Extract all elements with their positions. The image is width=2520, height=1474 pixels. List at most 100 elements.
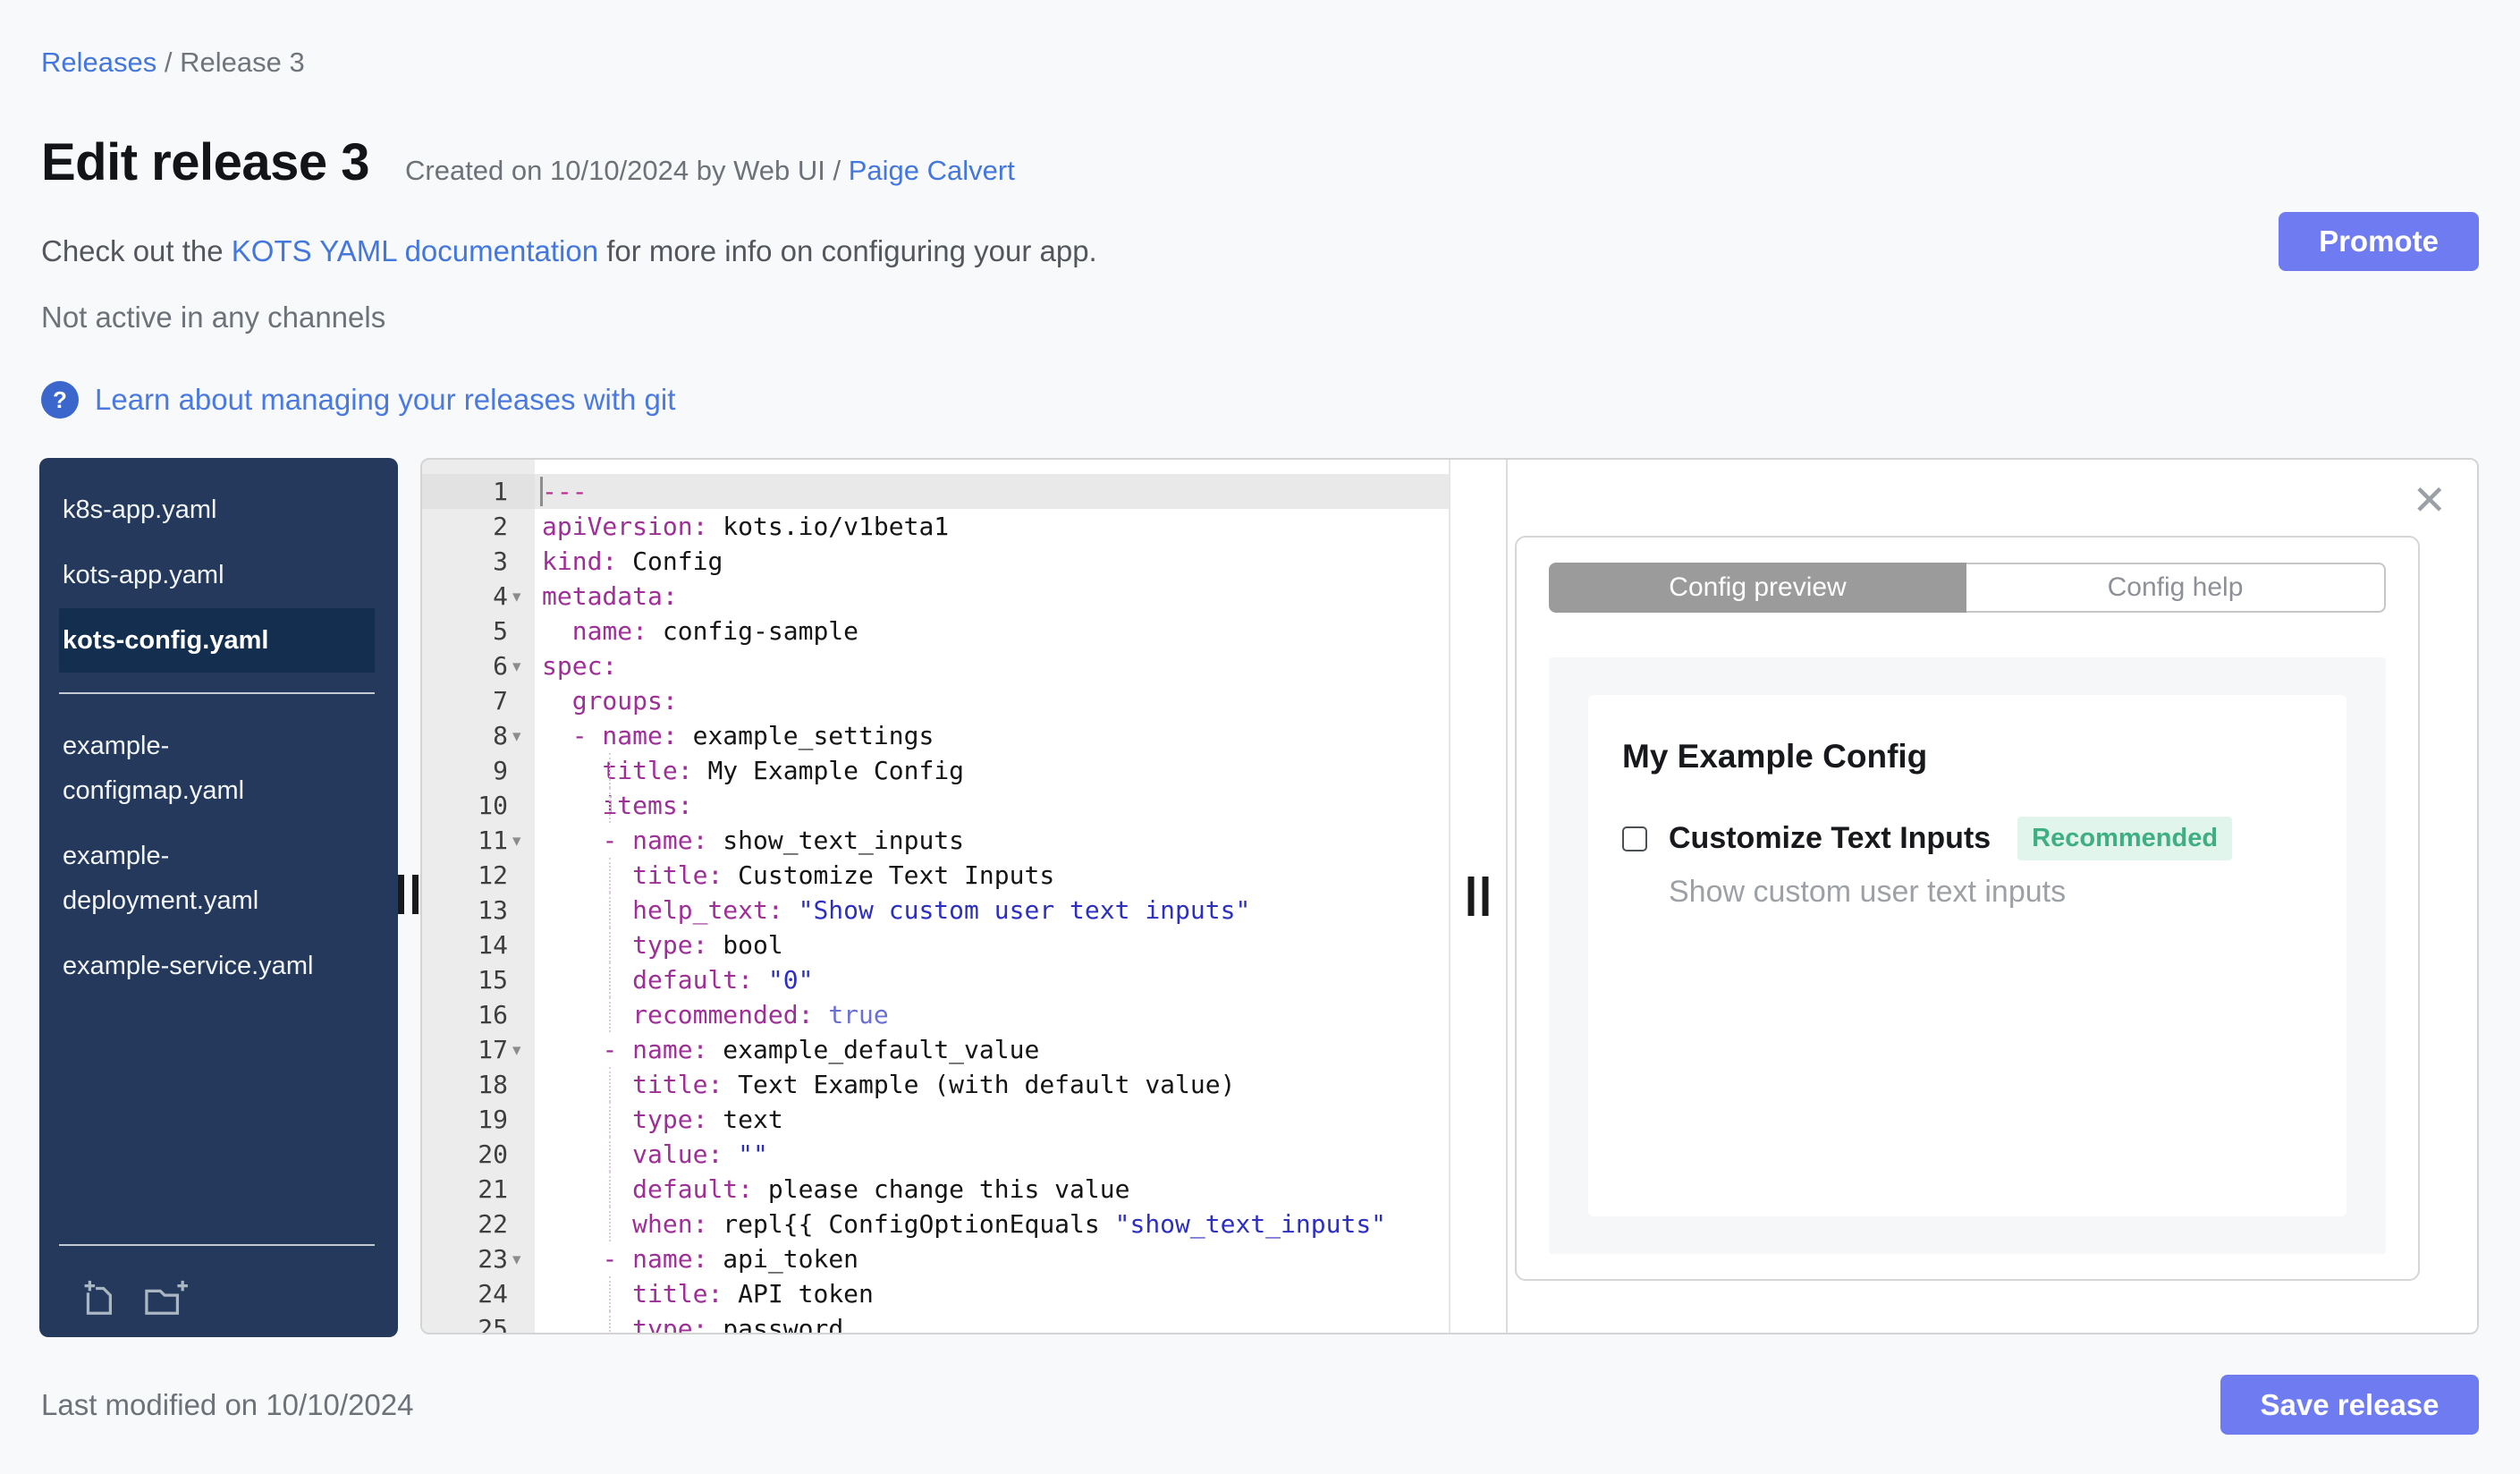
code-token: - name: (571, 721, 678, 750)
new-file-button[interactable] (77, 1278, 118, 1319)
gutter-row: 6 ▾ (422, 648, 535, 683)
gutter-row: 22 (422, 1207, 535, 1241)
file-item[interactable]: kots-config.yaml (59, 608, 375, 673)
code-line[interactable]: kind: Config (535, 544, 1449, 579)
code-editor[interactable]: --- apiVersion: kots.io/v1beta1 kind: Conf… (535, 460, 1449, 1333)
code-token: metadata: (542, 581, 678, 611)
gutter-row: 15 (422, 962, 535, 997)
code-line[interactable]: spec: (535, 648, 1449, 683)
fold-icon[interactable]: ▾ (508, 1040, 535, 1060)
code-line[interactable]: type: bool (535, 928, 1449, 962)
code-line[interactable]: title: Customize Text Inputs (535, 858, 1449, 893)
gutter-row: 16 (422, 997, 535, 1032)
code-token: type: (632, 930, 708, 960)
indent-guide (609, 858, 611, 893)
line-number: 13 (478, 895, 508, 925)
code-line[interactable]: --- (535, 474, 1449, 509)
save-release-button[interactable]: Save release (2220, 1375, 2479, 1435)
file-item[interactable]: example-configmap.yaml (59, 714, 375, 823)
kots-docs-link[interactable]: KOTS YAML documentation (232, 234, 598, 267)
code-line[interactable]: metadata: (535, 579, 1449, 614)
tab-config-help[interactable]: Config help (1966, 563, 2386, 613)
code-token: password (707, 1314, 844, 1333)
line-number: 19 (478, 1105, 508, 1134)
code-line[interactable]: default: please change this value (535, 1172, 1449, 1207)
code-token: - name: (602, 1244, 708, 1274)
indent-guide (609, 1102, 611, 1137)
line-number: 23 (478, 1244, 508, 1274)
code-line[interactable]: title: Text Example (with default value) (535, 1067, 1449, 1102)
code-line[interactable]: type: password (535, 1311, 1449, 1333)
code-token: "" (738, 1139, 768, 1169)
sidebar-splitter-handle[interactable] (398, 875, 419, 914)
config-group-card: My Example Config Customize Text Inputs … (1588, 695, 2347, 1216)
indent-guide (609, 753, 611, 788)
config-panel: Config preview Config help My Example Con… (1515, 536, 2420, 1281)
breadcrumb-releases-link[interactable]: Releases (41, 47, 156, 78)
code-token: --- (542, 477, 588, 506)
fold-icon[interactable]: ▾ (508, 831, 535, 851)
file-item[interactable]: example-service.yaml (59, 934, 375, 998)
line-number: 20 (478, 1139, 508, 1169)
code-line[interactable]: - name: show_text_inputs (535, 823, 1449, 858)
file-item-label: example-service.yaml (63, 952, 314, 980)
gutter-row: 21 (422, 1172, 535, 1207)
code-token: My Example Config (692, 756, 965, 785)
code-line[interactable]: value: "" (535, 1137, 1449, 1172)
line-number: 25 (478, 1314, 508, 1334)
fold-icon[interactable]: ▾ (508, 657, 535, 676)
config-checkbox[interactable] (1622, 826, 1647, 851)
gutter-row: 1 (422, 474, 535, 509)
code-line[interactable]: name: config-sample (535, 614, 1449, 648)
line-number: 9 (493, 756, 508, 785)
file-item[interactable]: example-deployment.yaml (59, 824, 375, 933)
code-line[interactable]: title: API token (535, 1276, 1449, 1311)
gutter-row: 8 ▾ (422, 718, 535, 753)
code-token: groups: (571, 686, 678, 716)
editor-splitter-handle[interactable] (1467, 877, 1489, 916)
code-line[interactable]: - name: api_token (535, 1241, 1449, 1276)
git-releases-link[interactable]: Learn about managing your releases with … (95, 383, 675, 417)
splitter-bar (1482, 877, 1489, 916)
code-line[interactable]: help_text: "Show custom user text inputs… (535, 893, 1449, 928)
code-line[interactable]: apiVersion: kots.io/v1beta1 (535, 509, 1449, 544)
code-line[interactable]: items: (535, 788, 1449, 823)
close-preview-button[interactable]: ✕ (2412, 479, 2447, 521)
gutter-row: 14 (422, 928, 535, 962)
code-line[interactable]: default: "0" (535, 962, 1449, 997)
preview-section: ✕ Config preview Config help My Example C… (1508, 460, 2477, 1333)
code-line[interactable]: title: My Example Config (535, 753, 1449, 788)
question-icon[interactable]: ? (41, 381, 79, 419)
code-line[interactable]: type: text (535, 1102, 1449, 1137)
gutter-row: 5 (422, 614, 535, 648)
fold-icon[interactable]: ▾ (508, 587, 535, 606)
code-line[interactable]: - name: example_default_value (535, 1032, 1449, 1067)
page-title: Edit release 3 (41, 133, 370, 191)
code-line[interactable]: groups: (535, 683, 1449, 718)
tab-config-preview[interactable]: Config preview (1549, 563, 1966, 613)
gutter-row: 11 ▾ (422, 823, 535, 858)
code-line[interactable]: recommended: true (535, 997, 1449, 1032)
code-line[interactable]: - name: example_settings (535, 718, 1449, 753)
fold-icon[interactable]: ▾ (508, 726, 535, 746)
editor-gutter: 1 2 3 4 ▾ 5 6 ▾ 7 8 ▾ 9 10 11 ▾ 12 13 14 15 16 17 ▾ 18 19 20 21 22… (422, 460, 535, 1333)
author-link[interactable]: Paige Calvert (849, 155, 1015, 186)
code-token: recommended: (632, 1000, 814, 1029)
file-item[interactable]: k8s-app.yaml (59, 478, 375, 542)
file-item-label: configmap.yaml (63, 776, 245, 805)
new-folder-button[interactable] (141, 1278, 190, 1319)
line-number: 4 (493, 581, 508, 611)
file-item[interactable]: kots-app.yaml (59, 543, 375, 607)
promote-button[interactable]: Promote (2279, 212, 2479, 271)
gutter-row: 17 ▾ (422, 1032, 535, 1067)
code-line[interactable]: when: repl{{ ConfigOptionEquals "show_te… (535, 1207, 1449, 1241)
text-cursor (540, 477, 543, 506)
git-help-row: ? Learn about managing your releases wit… (41, 381, 675, 419)
fold-icon[interactable]: ▾ (508, 1250, 535, 1269)
